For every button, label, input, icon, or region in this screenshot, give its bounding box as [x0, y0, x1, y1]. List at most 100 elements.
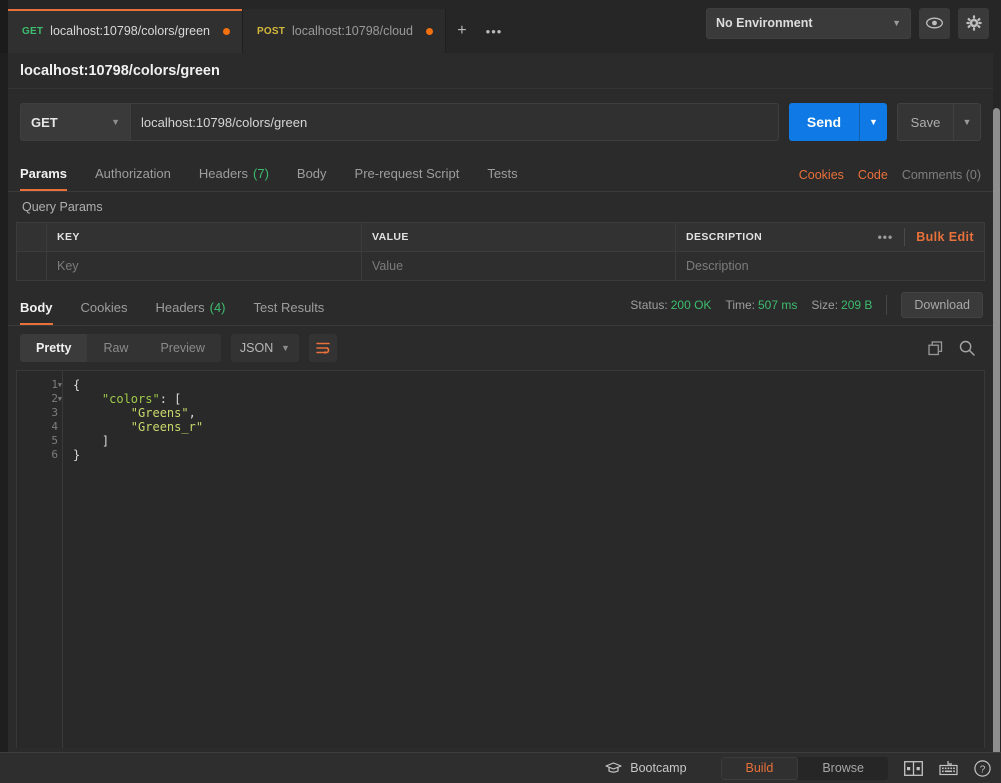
- tab-headers[interactable]: Headers (7): [185, 156, 283, 191]
- chevron-down-icon: ▼: [111, 117, 120, 127]
- code-link[interactable]: Code: [858, 168, 888, 182]
- keyboard-shortcuts-button[interactable]: [939, 760, 958, 776]
- word-wrap-button[interactable]: [308, 334, 337, 362]
- bootcamp-button[interactable]: Bootcamp: [605, 761, 687, 775]
- header-description-label: DESCRIPTION: [686, 231, 763, 243]
- size-badge: Size: 209 B: [811, 298, 872, 312]
- query-params-table: KEY VALUE DESCRIPTION ••• Bulk Edit Key …: [16, 222, 985, 281]
- line-number: 4: [51, 420, 58, 433]
- tab-url-label: localhost:10798/colors/green: [50, 24, 210, 38]
- row-checkbox-cell[interactable]: [17, 252, 47, 280]
- view-mode-raw[interactable]: Raw: [87, 334, 144, 362]
- unsaved-indicator-dot: [425, 27, 433, 35]
- editor-code-area[interactable]: { "colors": [ "Greens", "Greens_r" ]}: [63, 371, 984, 748]
- header-value-cell: VALUE: [362, 223, 676, 251]
- line-number: 2 ▼: [51, 392, 62, 406]
- time-value: 507 ms: [758, 298, 798, 312]
- save-button[interactable]: Save: [897, 103, 953, 141]
- response-tab-test-results-label: Test Results: [253, 300, 325, 315]
- row-description-input[interactable]: Description: [676, 252, 984, 280]
- code-line: "Greens",: [130, 406, 196, 420]
- tab-tests-label: Tests: [487, 166, 518, 181]
- http-method-value: GET: [31, 114, 58, 130]
- response-view-mode-group: Pretty Raw Preview: [20, 334, 221, 362]
- line-number: 6: [51, 448, 58, 461]
- response-language-value: JSON: [239, 341, 274, 355]
- send-options-button[interactable]: ▼: [859, 103, 887, 141]
- response-tab-cookies[interactable]: Cookies: [67, 290, 142, 325]
- tab-params-label: Params: [20, 166, 67, 181]
- cookies-link[interactable]: Cookies: [799, 168, 844, 182]
- response-body-editor[interactable]: 1 ▼ 2 ▼ 3 4 5 6 { "colors": [ "Greens", "G…: [16, 370, 985, 748]
- comments-link[interactable]: Comments (0): [902, 168, 981, 182]
- status-label: Status:: [630, 298, 668, 312]
- response-tab-body[interactable]: Body: [20, 290, 67, 325]
- unsaved-indicator-dot: [223, 27, 230, 35]
- view-mode-preview[interactable]: Preview: [144, 334, 220, 362]
- fold-arrow-icon[interactable]: ▼: [58, 392, 62, 406]
- main-scrollbar-track[interactable]: [993, 53, 1001, 783]
- response-meta: Status: 200 OK Time: 507 ms Size: 209 B Dow…: [630, 292, 983, 325]
- header-checkbox-cell: [17, 223, 47, 251]
- response-tab-headers[interactable]: Headers (4): [141, 290, 239, 325]
- download-button[interactable]: Download: [901, 292, 983, 318]
- search-icon: [959, 340, 975, 356]
- row-key-input[interactable]: Key: [47, 252, 362, 280]
- row-value-input[interactable]: Value: [362, 252, 676, 280]
- tab-tests[interactable]: Tests: [473, 156, 531, 191]
- tab-authorization-label: Authorization: [94, 166, 171, 181]
- save-options-button[interactable]: ▼: [953, 103, 981, 141]
- help-button[interactable]: ?: [974, 759, 991, 777]
- tab-pre-request-script[interactable]: Pre-request Script: [341, 156, 474, 191]
- tab-body[interactable]: Body: [283, 156, 341, 191]
- http-method-selector[interactable]: GET ▼: [20, 103, 130, 141]
- response-body-toolbar: Pretty Raw Preview JSON ▼: [8, 326, 993, 370]
- status-bar: Bootcamp Build Browse ?: [0, 752, 1001, 783]
- browse-tab[interactable]: Browse: [798, 757, 888, 780]
- send-button[interactable]: Send: [789, 103, 859, 141]
- environment-quick-look-button[interactable]: [919, 7, 950, 39]
- environment-selector-value: No Environment: [716, 16, 813, 30]
- request-title: localhost:10798/colors/green: [8, 53, 993, 89]
- left-sidebar-strip: [0, 53, 8, 752]
- params-options-button[interactable]: •••: [878, 230, 894, 244]
- bulk-edit-button[interactable]: Bulk Edit: [916, 230, 974, 244]
- tab-body-label: Body: [296, 166, 327, 181]
- response-section-tabs: Body Cookies Headers (4) Test Results St…: [8, 290, 993, 326]
- view-mode-pretty[interactable]: Pretty: [20, 334, 88, 362]
- divider: [886, 295, 888, 315]
- header-key-cell: KEY: [47, 223, 362, 251]
- table-row: Key Value Description: [17, 252, 984, 281]
- fold-arrow-icon[interactable]: ▼: [58, 378, 62, 392]
- search-button[interactable]: [959, 340, 975, 356]
- request-url-input[interactable]: localhost:10798/colors/green: [130, 103, 779, 141]
- gear-icon: [965, 15, 982, 31]
- tab-method-label: POST: [257, 25, 286, 37]
- main-scrollbar-thumb[interactable]: [993, 108, 1000, 783]
- copy-button[interactable]: [928, 340, 943, 356]
- code-line: "Greens_r": [130, 420, 204, 434]
- two-pane-layout-button[interactable]: [904, 760, 923, 776]
- response-tab-headers-label: Headers: [155, 300, 205, 315]
- divider: [904, 228, 906, 246]
- copy-icon: [928, 340, 943, 355]
- tab-authorization[interactable]: Authorization: [81, 156, 185, 191]
- build-tab[interactable]: Build: [720, 756, 799, 780]
- new-tab-button[interactable]: +: [445, 9, 478, 53]
- chevron-down-icon: ▼: [281, 343, 290, 353]
- tab-params[interactable]: Params: [20, 156, 81, 191]
- header-description-cell: DESCRIPTION ••• Bulk Edit: [676, 223, 984, 251]
- response-tab-test-results[interactable]: Test Results: [240, 290, 339, 325]
- request-tab-get-colors-green[interactable]: GET localhost:10798/colors/green: [8, 9, 243, 53]
- tab-options-button[interactable]: •••: [477, 9, 510, 53]
- request-tab-post-cloud[interactable]: POST localhost:10798/cloud: [243, 9, 446, 53]
- response-language-selector[interactable]: JSON ▼: [230, 334, 299, 362]
- tab-method-label: GET: [22, 25, 44, 37]
- main-panel: localhost:10798/colors/green GET ▼ local…: [8, 53, 993, 752]
- tab-headers-count: (7): [253, 166, 269, 181]
- code-line: "colors": [: [101, 392, 182, 406]
- settings-button[interactable]: [958, 7, 989, 39]
- code-line: ]: [101, 434, 110, 448]
- environment-selector[interactable]: No Environment ▼: [706, 7, 911, 39]
- word-wrap-icon: [316, 342, 330, 355]
